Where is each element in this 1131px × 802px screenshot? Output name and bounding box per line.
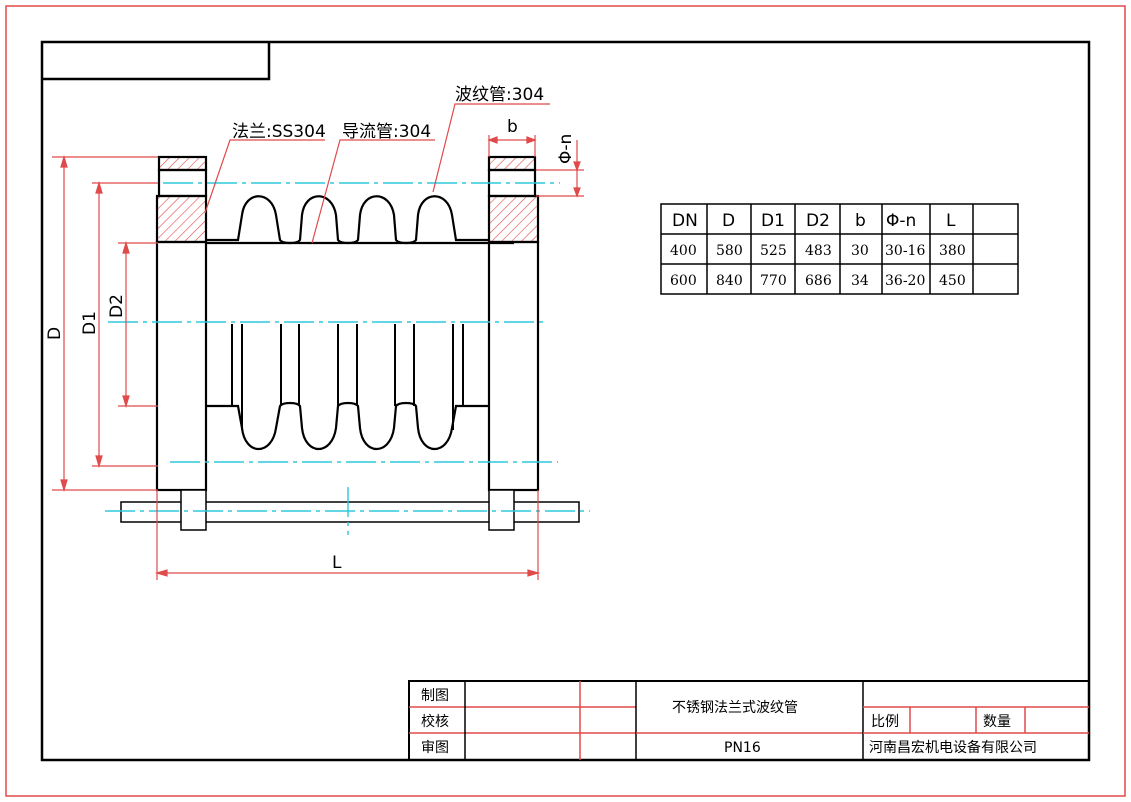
engineering-drawing: 法兰:SS304 导流管:304 波纹管:304 b Φ-n D D1 D2 L… [5, 5, 1126, 797]
table-cell: 686 [805, 273, 832, 289]
quantity-label: 数量 [983, 714, 1011, 730]
bolt-nut-left [180, 489, 207, 531]
dim-D2-label: D2 [107, 294, 127, 318]
header-dn: DN [672, 211, 698, 231]
table-cell: 400 [670, 243, 697, 259]
dim-b-label: b [507, 117, 518, 137]
right-flange-body [487, 240, 540, 492]
table-cell: 30 [851, 243, 869, 259]
guide-tube-label: 导流管:304 [342, 122, 431, 142]
spec-table-headers: DN D D1 D2 b Φ-n L [672, 211, 956, 231]
table-cell: 600 [670, 273, 697, 289]
right-flange-top [487, 155, 537, 172]
spec-table-row-2: 600 840 770 686 34 36-20 450 [670, 273, 966, 289]
left-flange-top [157, 155, 208, 172]
drawn-label: 制图 [421, 688, 449, 704]
checked-label: 校核 [421, 713, 449, 730]
header-d: D [722, 211, 735, 231]
table-cell: 30-16 [885, 243, 925, 259]
left-flange-body [155, 240, 208, 492]
dim-D-label: D [45, 327, 65, 340]
table-cell: 36-20 [885, 273, 925, 289]
header-phi-n: Φ-n [886, 211, 916, 231]
table-cell: 770 [760, 273, 787, 289]
table-cell: 525 [760, 243, 787, 259]
company-name: 河南昌宏机电设备有限公司 [869, 739, 1037, 756]
convolution-lines [231, 324, 464, 430]
header-d1: D1 [761, 211, 785, 231]
product-name: 不锈钢法兰式波纹管 [672, 700, 798, 716]
dim-D1-label: D1 [80, 311, 100, 335]
spec-table-row-1: 400 580 525 483 30 30-16 380 [670, 243, 966, 259]
upper-bellows [206, 195, 489, 245]
bellows-drawing [120, 155, 580, 531]
corner-box [42, 42, 271, 81]
header-l: L [946, 211, 956, 231]
table-cell: 580 [716, 243, 743, 259]
flange-label: 法兰:SS304 [232, 122, 326, 142]
table-cell: 450 [939, 273, 966, 289]
table-cell: 34 [851, 273, 869, 289]
left-flange-hatched [155, 194, 208, 244]
table-cell: 380 [939, 243, 966, 259]
table-cell: 840 [716, 273, 743, 289]
outer-border [5, 5, 1126, 797]
lower-bellows [206, 401, 489, 451]
approved-label: 审图 [421, 740, 449, 756]
bolt-nut-right [488, 489, 515, 531]
scale-label: 比例 [871, 714, 899, 730]
dim-phi-n-label: Φ-n [556, 134, 576, 164]
dim-L-label: L [332, 553, 342, 573]
pressure-rating: PN16 [724, 740, 761, 756]
header-d2: D2 [806, 211, 830, 231]
table-cell: 483 [805, 243, 832, 259]
header-b: b [855, 211, 866, 231]
right-flange-hatched [487, 194, 540, 244]
bellows-label: 波纹管:304 [455, 85, 544, 105]
